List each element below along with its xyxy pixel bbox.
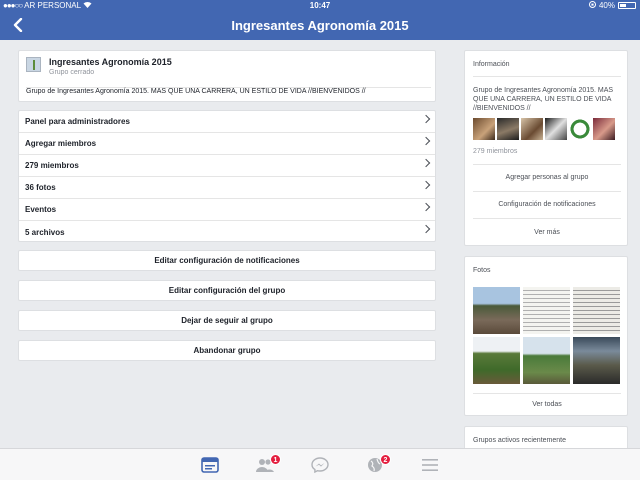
clock: 10:47 [309,1,331,10]
members-count[interactable]: 279 miembros [473,148,517,155]
member-avatar[interactable] [521,118,543,140]
divider [473,164,621,165]
photos-title: Fotos [473,267,491,274]
group-menu-list: Panel para administradores Agregar miemb… [18,110,436,242]
menu-item-events[interactable]: Eventos [19,199,435,221]
menu-item-admin-panel[interactable]: Panel para administradores [19,111,435,133]
notification-settings-link[interactable]: Configuración de notificaciones [465,201,629,208]
tab-messenger[interactable] [311,457,329,474]
menu-item-label: Panel para administradores [25,117,130,126]
tab-friend-requests[interactable]: 1 [256,454,281,473]
chevron-right-icon [421,202,431,212]
status-bar: ●●●○○ AR PERSONAL 10:47 40% [0,0,640,12]
menu-item-files[interactable]: 5 archivos [19,221,435,243]
navigation-bar: Ingresantes Agronomía 2015 [0,12,640,40]
tab-more[interactable] [421,457,439,473]
messenger-icon [311,457,329,474]
member-thumbnails [473,118,615,140]
member-avatar[interactable] [569,118,591,140]
chevron-right-icon [421,136,431,146]
orientation-lock-icon [588,1,596,10]
member-avatar[interactable] [593,118,615,140]
photo-thumbnail[interactable] [473,287,520,334]
unfollow-group-button[interactable]: Dejar de seguir al grupo [18,310,436,331]
member-avatar[interactable] [545,118,567,140]
info-description: Grupo de Ingresantes Agronomía 2015. MAS… [473,87,614,112]
member-avatar[interactable] [473,118,495,140]
tab-notifications[interactable]: 2 [366,454,391,473]
page-title: Ingresantes Agronomía 2015 [231,18,409,33]
divider [473,218,621,219]
menu-item-label: Eventos [25,205,57,214]
divider [473,191,621,192]
menu-icon [422,459,438,471]
friend-requests-badge: 1 [270,454,281,465]
info-card: Información Grupo de Ingresantes Agronom… [464,50,628,246]
chevron-right-icon [421,180,431,190]
see-all-photos-link[interactable]: Ver todas [465,401,629,408]
photo-thumbnail[interactable] [523,287,570,334]
status-right: 40% [588,1,636,10]
menu-item-label: 36 fotos [25,183,56,192]
chevron-right-icon [421,114,431,124]
member-avatar[interactable] [497,118,519,140]
group-name[interactable]: Ingresantes Agronomía 2015 [49,57,172,67]
edit-group-settings-button[interactable]: Editar configuración del grupo [18,280,436,301]
info-title: Información [473,61,510,68]
add-people-link[interactable]: Agregar personas al grupo [465,174,629,181]
menu-item-add-members[interactable]: Agregar miembros [19,133,435,155]
photo-thumbnail[interactable] [523,337,570,384]
battery-percent: 40% [598,1,615,10]
tab-news-feed[interactable] [201,457,219,473]
divider [473,76,621,77]
notifications-badge: 2 [380,454,391,465]
recent-groups-title: Grupos activos recientemente [473,437,566,444]
divider [473,393,621,394]
group-header-card: Ingresantes Agronomía 2015 Grupo cerrado… [18,50,436,102]
chevron-right-icon [421,158,431,168]
photo-thumbnail[interactable] [573,337,620,384]
group-privacy: Grupo cerrado [49,69,95,76]
group-description: Grupo de Ingresantes Agronomía 2015. MAS… [26,87,431,95]
menu-item-label: 279 miembros [25,161,79,170]
menu-item-label: Agregar miembros [25,139,97,148]
news-feed-icon [201,457,219,473]
menu-item-members[interactable]: 279 miembros [19,155,435,177]
tab-bar: 1 2 [0,448,640,480]
see-more-link[interactable]: Ver más [465,229,629,236]
chevron-right-icon [421,224,431,234]
group-icon [26,57,41,72]
photos-card: Fotos Ver todas [464,256,628,416]
battery-icon [618,2,636,9]
photo-thumbnail[interactable] [573,287,620,334]
menu-item-photos[interactable]: 36 fotos [19,177,435,199]
edit-notifications-button[interactable]: Editar configuración de notificaciones [18,250,436,271]
leave-group-button[interactable]: Abandonar grupo [18,340,436,361]
photo-thumbnail[interactable] [473,337,520,384]
menu-item-label: 5 archivos [25,227,65,237]
